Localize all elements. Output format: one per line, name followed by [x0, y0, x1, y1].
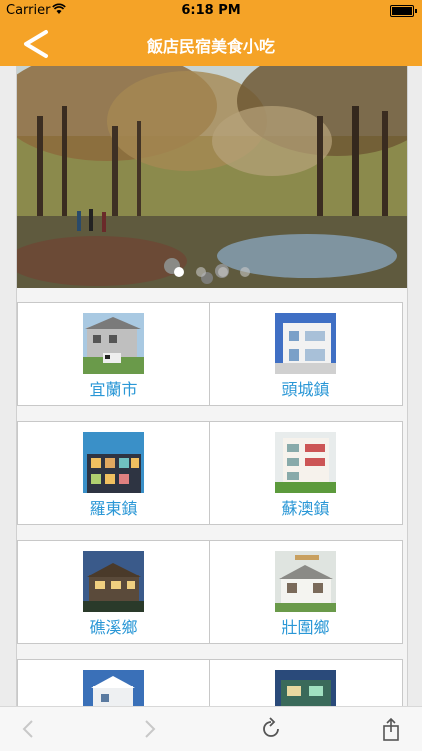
town-label: 頭城鎮 — [281, 380, 330, 399]
town-cell-luodong[interactable]: 羅東鎮 — [18, 422, 209, 524]
town-cell-yilan-city[interactable]: 宜蘭市 — [18, 303, 209, 405]
carousel-dot[interactable] — [240, 267, 250, 277]
building-photo — [275, 670, 336, 706]
town-label: 壯圍鄉 — [281, 618, 330, 637]
carousel-dot[interactable] — [218, 267, 228, 277]
lit-building-photo — [83, 432, 144, 493]
white-building-photo — [275, 313, 336, 374]
town-cell-partial-1[interactable] — [18, 660, 209, 706]
share-icon[interactable] — [378, 716, 404, 742]
house-photo — [83, 670, 144, 706]
apartment-photo — [275, 432, 336, 493]
town-cell-zhuangwei[interactable]: 壯圍鄉 — [210, 541, 401, 643]
house-photo — [83, 313, 144, 374]
town-cell-toucheng[interactable]: 頭城鎮 — [210, 303, 401, 405]
town-label: 蘇澳鎮 — [281, 499, 330, 518]
forward-arrow-icon[interactable] — [136, 716, 162, 742]
town-cell-partial-2[interactable] — [210, 660, 401, 706]
back-arrow-icon[interactable] — [16, 716, 42, 742]
forest-park-photo — [17, 66, 407, 288]
carousel-page-indicator — [17, 262, 407, 281]
town-row: 礁溪鄉 壯圍鄉 — [17, 540, 403, 644]
battery-icon — [390, 5, 417, 17]
carousel-dot[interactable] — [196, 267, 206, 277]
town-cell-suao[interactable]: 蘇澳鎮 — [210, 422, 401, 524]
town-cell-jiaoxi[interactable]: 礁溪鄉 — [18, 541, 209, 643]
town-label: 礁溪鄉 — [89, 618, 138, 637]
inn-photo — [275, 551, 336, 612]
content-area: 宜蘭市 頭城鎮 羅東鎮 蘇澳鎮 礁溪鄉 壯圍鄉 — [16, 66, 408, 706]
page-title: 飯店民宿美食小吃 — [146, 37, 275, 56]
carousel-dot[interactable] — [174, 267, 184, 277]
town-row: 羅東鎮 蘇澳鎮 — [17, 421, 403, 525]
town-row: 宜蘭市 頭城鎮 — [17, 302, 403, 406]
browser-toolbar — [0, 706, 422, 751]
banner-carousel[interactable] — [17, 66, 407, 288]
refresh-icon[interactable] — [258, 716, 284, 742]
clock: 6:18 PM — [181, 3, 241, 18]
town-label: 宜蘭市 — [89, 380, 138, 399]
nav-bar: 飯店民宿美食小吃 — [0, 22, 422, 66]
status-bar: Carrier 6:18 PM — [0, 0, 422, 22]
villa-night-photo — [83, 551, 144, 612]
town-label: 羅東鎮 — [89, 499, 138, 518]
town-row — [17, 659, 403, 706]
